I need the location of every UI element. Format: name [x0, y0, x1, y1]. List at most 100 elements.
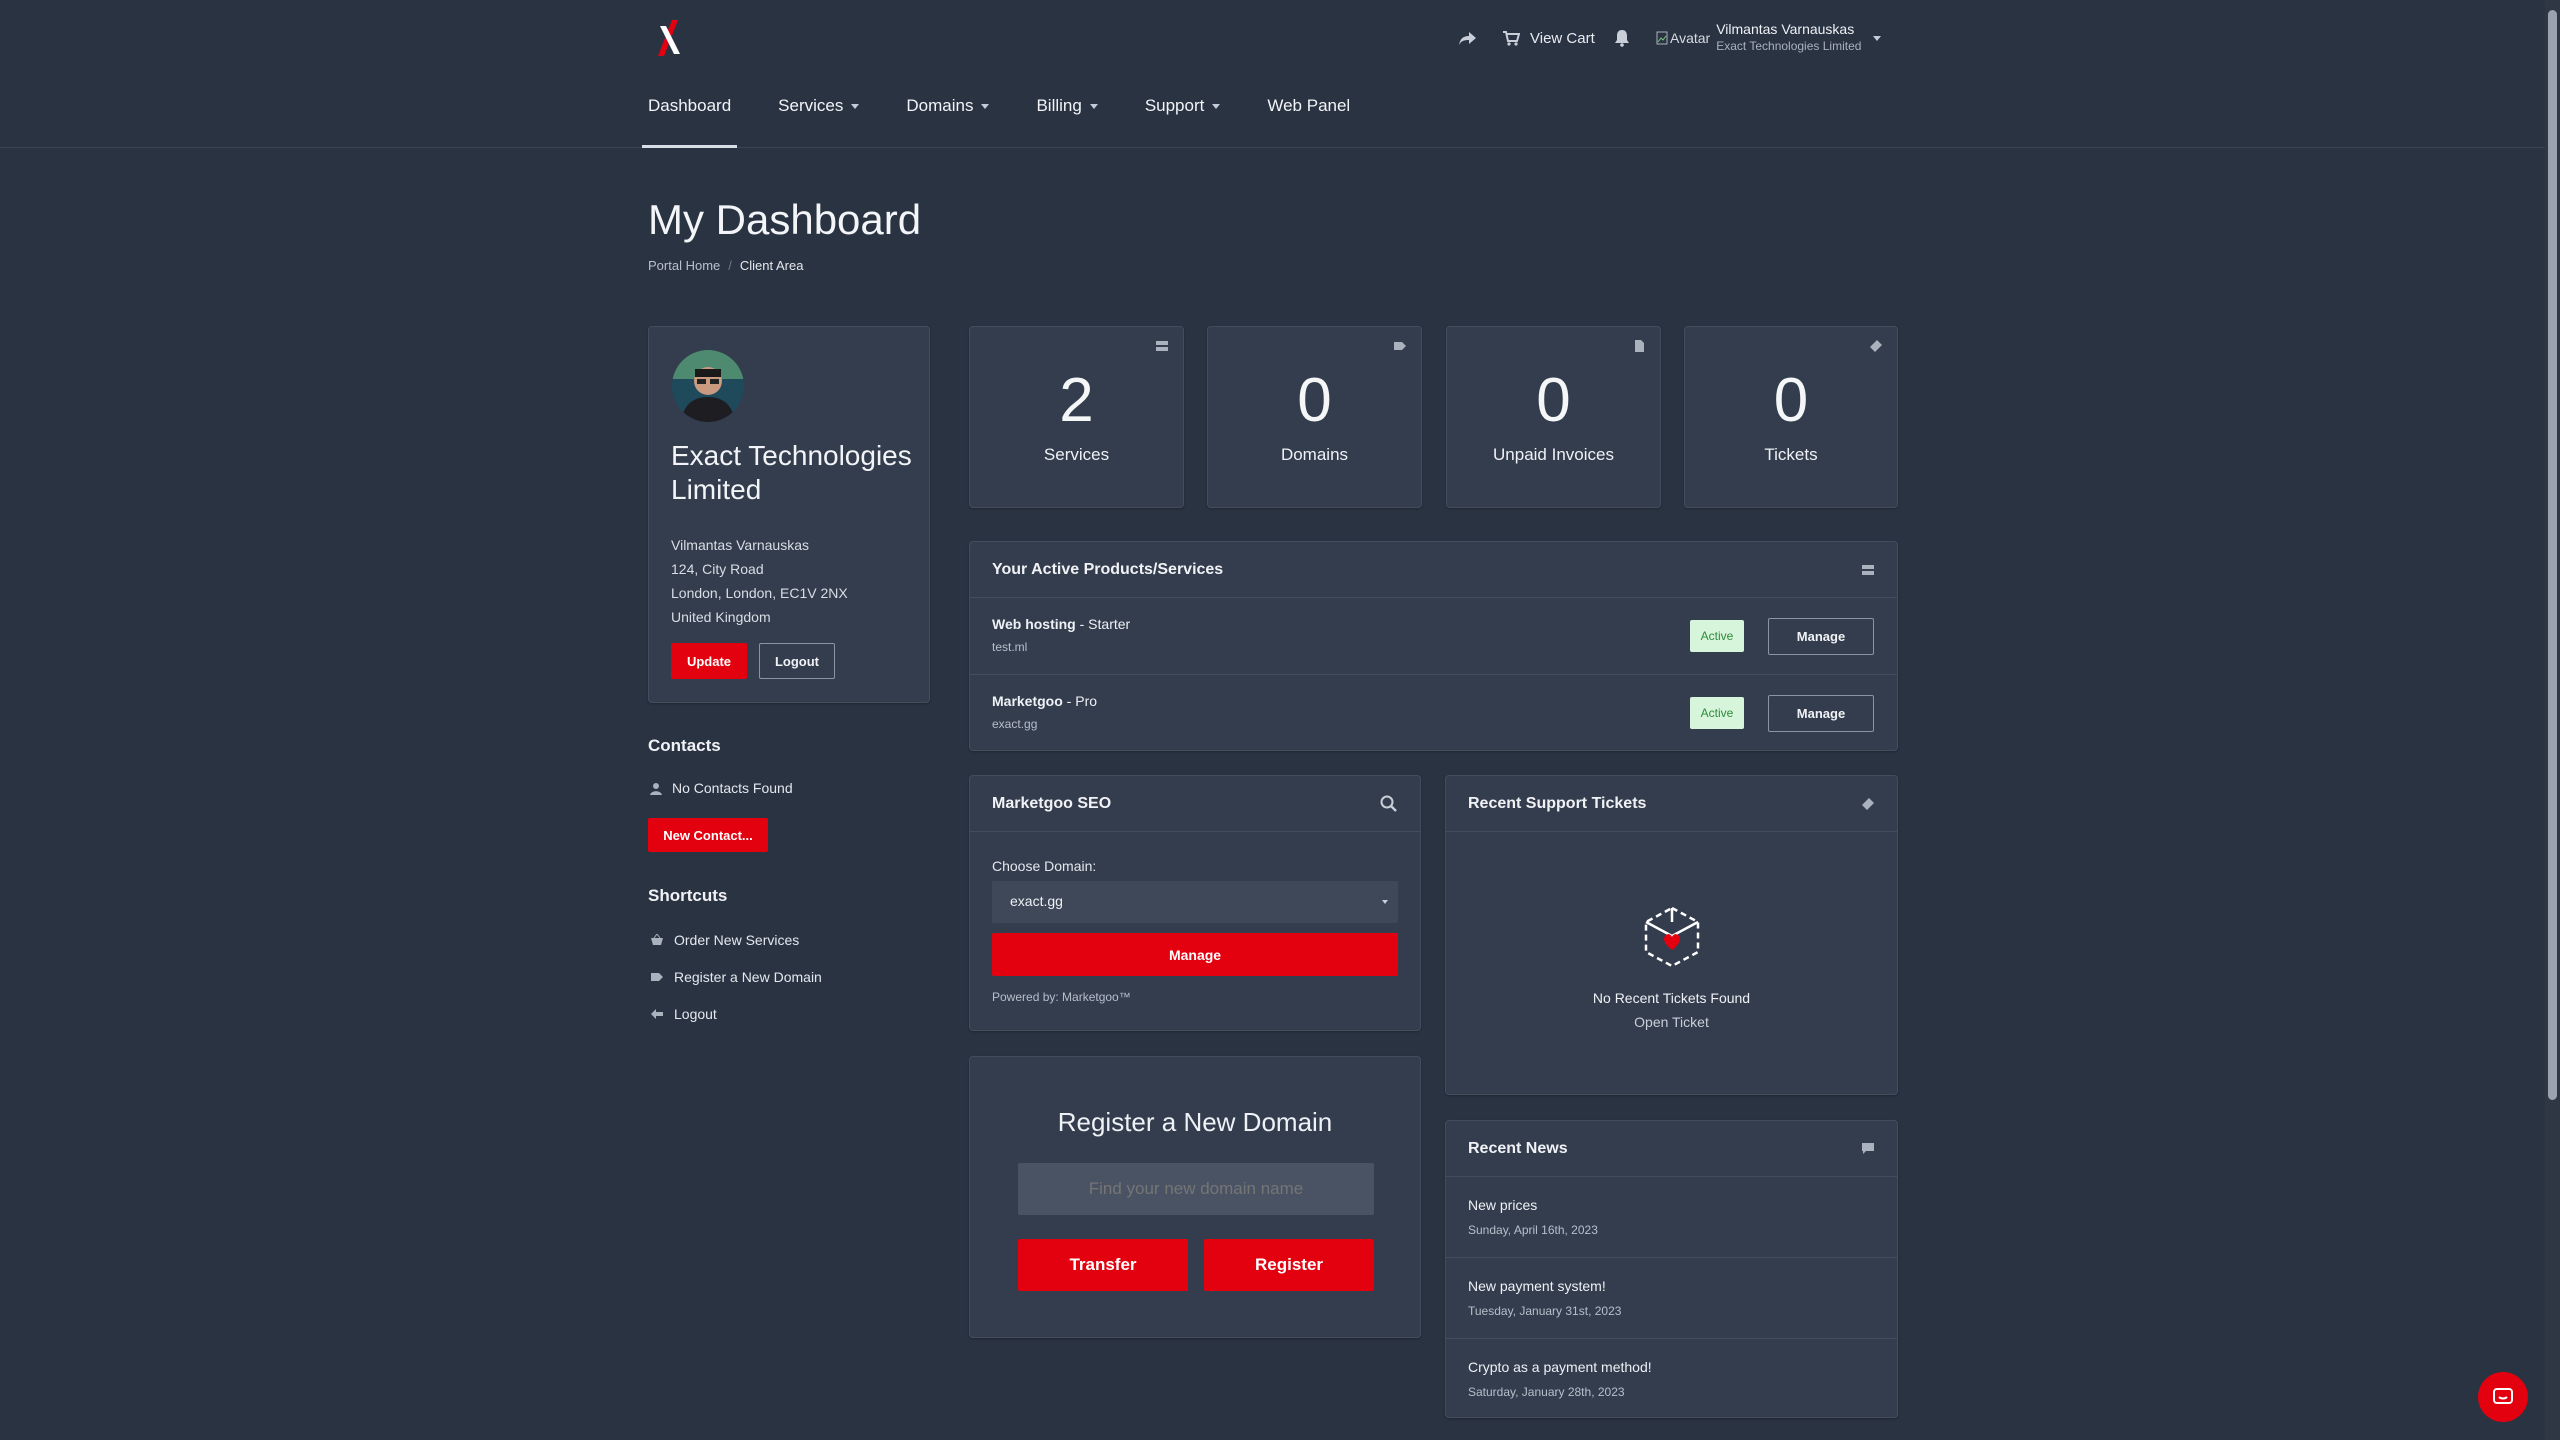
arrow-left-icon	[651, 1009, 663, 1019]
news-item[interactable]: Crypto as a payment method! Saturday, Ja…	[1446, 1339, 1897, 1420]
chevron-down-icon	[1873, 35, 1882, 41]
active-products-panel: Your Active Products/Services Web hostin…	[969, 541, 1898, 751]
notifications-button[interactable]	[1614, 18, 1630, 58]
news-date: Tuesday, January 31st, 2023	[1468, 1304, 1622, 1318]
seo-manage-button[interactable]: Manage	[992, 933, 1398, 976]
panel-title: Recent Support Tickets	[1468, 794, 1647, 812]
panel-header: Recent Support Tickets	[1446, 776, 1897, 832]
product-domain: exact.gg	[992, 717, 1038, 731]
product-plan: - Pro	[1062, 693, 1098, 709]
empty-box-icon	[1644, 906, 1700, 968]
stat-tickets[interactable]: 0 Tickets	[1684, 326, 1898, 508]
nav-tab-web-panel[interactable]: Web Panel	[1267, 96, 1350, 148]
register-domain-panel: Register a New Domain Transfer Register	[969, 1056, 1421, 1338]
page-scrollbar[interactable]	[2545, 0, 2560, 1440]
share-button[interactable]	[1458, 18, 1478, 58]
view-cart-button[interactable]: View Cart	[1502, 18, 1595, 58]
transfer-button[interactable]: Transfer	[1018, 1239, 1188, 1291]
account-company: Exact Technologies Limited	[1716, 39, 1862, 53]
domain-select[interactable]: exact.gg	[992, 881, 1398, 923]
breadcrumb: Portal Home / Client Area	[648, 258, 803, 273]
manage-button[interactable]: Manage	[1768, 618, 1874, 655]
chevron-down-icon	[1212, 104, 1221, 109]
main-nav: Dashboard Services Domains Billing Suppo…	[641, 96, 1397, 148]
server-icon	[1862, 564, 1874, 575]
breadcrumb-portal-home[interactable]: Portal Home	[648, 258, 720, 273]
register-button[interactable]: Register	[1204, 1239, 1374, 1291]
stat-label: Unpaid Invoices	[1493, 445, 1614, 464]
shortcut-label: Logout	[674, 1006, 717, 1022]
nav-tab-dashboard[interactable]: Dashboard	[641, 96, 738, 148]
brand-logo-icon[interactable]	[652, 18, 688, 58]
product-name: Marketgoo	[992, 693, 1063, 709]
stat-services[interactable]: 2 Services	[969, 326, 1184, 508]
stat-unpaid-invoices[interactable]: 0 Unpaid Invoices	[1446, 326, 1661, 508]
contacts-heading: Contacts	[648, 736, 721, 755]
page-title: My Dashboard	[648, 196, 922, 243]
broken-image-icon	[1656, 31, 1668, 45]
news-date: Sunday, April 16th, 2023	[1468, 1223, 1598, 1237]
panel-title: Recent News	[1468, 1139, 1568, 1157]
breadcrumb-separator: /	[728, 258, 732, 273]
stat-domains[interactable]: 0 Domains	[1207, 326, 1422, 508]
shortcut-label: Register a New Domain	[674, 969, 822, 985]
profile-address-line1: 124, City Road	[671, 561, 764, 577]
table-row[interactable]: Marketgoo - Pro exact.gg Active Manage	[970, 675, 1897, 752]
tag-icon	[651, 973, 663, 981]
ticket-icon	[1870, 340, 1882, 352]
scrollbar-thumb[interactable]	[2548, 10, 2557, 1100]
open-ticket-link[interactable]: Open Ticket	[1446, 1014, 1897, 1030]
news-title: New payment system!	[1468, 1278, 1606, 1294]
manage-button[interactable]: Manage	[1768, 695, 1874, 732]
shortcut-register-domain[interactable]: Register a New Domain	[650, 969, 822, 985]
nav-tab-domains[interactable]: Domains	[906, 96, 990, 148]
bell-icon	[1615, 30, 1629, 47]
profile-address: Vilmantas Varnauskas 124, City Road Lond…	[671, 533, 848, 629]
shortcuts-heading: Shortcuts	[648, 886, 728, 905]
logout-button[interactable]: Logout	[759, 643, 835, 679]
chevron-down-icon	[851, 104, 860, 109]
app-root: View Cart Avatar Vilmantas Varnauskas Ex…	[0, 0, 2560, 1440]
domain-search-input[interactable]	[1018, 1163, 1374, 1215]
domain-select-value: exact.gg	[1010, 893, 1063, 909]
shortcut-label: Order New Services	[674, 932, 800, 948]
nav-tab-billing-label: Billing	[1036, 96, 1082, 115]
news-item[interactable]: New payment system! Tuesday, January 31s…	[1446, 1258, 1897, 1339]
shortcut-order-new-services[interactable]: Order New Services	[650, 932, 799, 948]
shortcut-logout[interactable]: Logout	[650, 1006, 717, 1022]
stat-label: Tickets	[1764, 445, 1818, 464]
nav-tab-services[interactable]: Services	[778, 96, 860, 148]
live-chat-button[interactable]	[2478, 1372, 2528, 1422]
chevron-down-icon	[1089, 104, 1098, 109]
chevron-down-icon	[1382, 900, 1388, 904]
recent-tickets-panel: Recent Support Tickets No Recent Tickets…	[1445, 775, 1898, 1095]
new-contact-button[interactable]: New Contact...	[648, 818, 768, 852]
stat-value: 0	[1297, 366, 1332, 435]
product-domain: test.ml	[992, 640, 1028, 654]
nav-tab-dashboard-label: Dashboard	[648, 96, 732, 115]
server-icon	[1156, 341, 1168, 351]
search-icon	[1380, 795, 1397, 812]
panel-title: Marketgoo SEO	[992, 794, 1112, 812]
news-item[interactable]: New prices Sunday, April 16th, 2023	[1446, 1177, 1897, 1258]
product-title: Web hosting - Starter	[992, 616, 1130, 632]
nav-tab-billing[interactable]: Billing	[1036, 96, 1098, 148]
view-cart-label: View Cart	[1530, 29, 1595, 47]
cart-icon	[1503, 31, 1520, 46]
update-button[interactable]: Update	[671, 643, 747, 679]
stat-value: 0	[1536, 366, 1571, 435]
stat-value: 2	[1059, 366, 1094, 435]
table-row[interactable]: Web hosting - Starter test.ml Active Man…	[970, 598, 1897, 675]
breadcrumb-client-area: Client Area	[739, 258, 804, 273]
status-badge: Active	[1690, 697, 1744, 729]
nav-tab-web-panel-label: Web Panel	[1267, 96, 1351, 115]
panel-header: Recent News	[1446, 1121, 1897, 1177]
stat-value: 0	[1773, 366, 1809, 435]
account-menu[interactable]: Avatar Vilmantas Varnauskas Exact Techno…	[1656, 18, 1882, 58]
basket-icon	[651, 934, 663, 945]
nav-tab-support[interactable]: Support	[1145, 96, 1221, 148]
panel-title: Your Active Products/Services	[992, 560, 1224, 578]
document-icon	[1635, 340, 1644, 352]
status-badge: Active	[1690, 620, 1744, 652]
avatar-alt-text: Avatar	[1670, 30, 1711, 46]
